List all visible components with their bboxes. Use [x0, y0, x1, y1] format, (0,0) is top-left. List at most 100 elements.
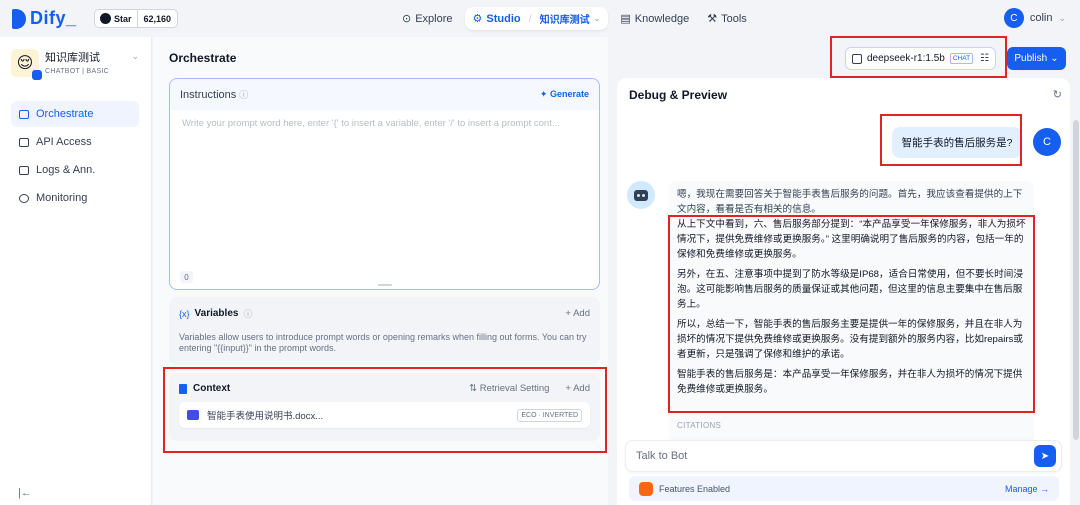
model-mode-tag: CHAT	[949, 53, 974, 64]
orchestrate-panel: Orchestrate Instructions ⓘ ✦ Generate Wri…	[153, 37, 608, 505]
file-list-icon	[19, 165, 29, 175]
refresh-icon[interactable]: ↻	[1053, 88, 1062, 101]
generate-label: Generate	[549, 89, 589, 99]
char-count: 0	[180, 271, 193, 283]
chevron-down-icon: ⌄	[131, 51, 139, 61]
dify-logo[interactable]: Dify_	[12, 8, 77, 29]
help-icon[interactable]: ⓘ	[243, 307, 252, 320]
features-bar: Features Enabled Manage →	[629, 476, 1059, 501]
bot-paragraph: 智能手表的售后服务是：本产品享受一年保修服务，并在非人为损坏的情况下提供免费维修…	[677, 369, 1023, 395]
nav-app-switcher[interactable]: 知识库测试	[540, 11, 590, 26]
tools-icon: ⚒	[707, 13, 718, 25]
sidebar-item-label: API Access	[36, 136, 92, 148]
retrieval-setting-label: Retrieval Setting	[479, 383, 550, 394]
logo-underscore: _	[66, 8, 77, 28]
context-title-text: Context	[193, 383, 231, 394]
index-mode-tag: ECO · INVERTED	[517, 408, 582, 422]
chevron-down-icon: ⌄	[1050, 53, 1059, 64]
user-message: 智能手表的售后服务是?	[892, 127, 1022, 158]
model-robot-icon	[852, 53, 862, 64]
tune-icon: ☷	[980, 53, 990, 64]
collapse-sidebar-icon[interactable]: |←	[18, 487, 32, 499]
user-chat-avatar: C	[1033, 128, 1061, 156]
generate-button[interactable]: ✦ Generate	[540, 89, 589, 100]
nav-knowledge[interactable]: ▤ Knowledge	[614, 7, 695, 30]
add-context-button[interactable]: + Add	[565, 383, 590, 394]
bot-paragraph: 所以，总结一下，智能手表的售后服务主要是提供一年的保修服务，并且在非人为损坏的情…	[677, 319, 1023, 360]
bot-paragraph: 从上下文中看到，六、售后服务部分提到：“本产品享受一年保修服务，非人为损坏情况下…	[677, 219, 1026, 260]
retrieval-setting-button[interactable]: ⇅ Retrieval Setting	[469, 383, 549, 394]
resize-handle[interactable]	[378, 284, 392, 286]
star-count: 62,160	[136, 10, 178, 27]
nav-tools[interactable]: ⚒ Tools	[701, 7, 753, 30]
app-emoji-icon: 😌	[11, 49, 42, 80]
debug-title: Debug & Preview	[629, 88, 728, 102]
context-section: Context ⇅ Retrieval Setting + Add 智能手表使用…	[169, 373, 600, 441]
variables-title: {x} Variables ⓘ	[179, 307, 252, 320]
sidebar-item-label: Monitoring	[36, 192, 88, 204]
app-info-card[interactable]: 😌 知识库测试 CHATBOT | BASIC ⌄	[11, 49, 141, 80]
model-selector[interactable]: deepseek-r1:1.5b CHAT ☷	[845, 47, 996, 70]
sidebar-item-api-access[interactable]: API Access	[11, 129, 139, 155]
dify-logo-icon	[12, 8, 26, 29]
sidebar-item-monitoring[interactable]: Monitoring	[11, 185, 139, 211]
publish-label: Publish	[1014, 53, 1048, 64]
page-title: Orchestrate	[169, 51, 237, 65]
chat-input-box: ➤	[625, 440, 1062, 472]
dashboard-icon	[19, 193, 29, 203]
dataset-name: 智能手表使用说明书.docx...	[207, 411, 324, 422]
terminal-icon	[19, 109, 29, 119]
document-icon	[179, 383, 187, 394]
chevron-down-icon: ⌄	[593, 14, 601, 23]
instructions-editor: Instructions ⓘ ✦ Generate Write your prom…	[169, 78, 600, 290]
folder-icon	[187, 410, 199, 420]
github-star-button[interactable]: Star 62,160	[94, 9, 179, 28]
bot-message: 嗯，我现在需要回答关于智能手表售后服务的问题。首先，我应该查看提供的上下文内容，…	[669, 181, 1034, 451]
instructions-header: Instructions ⓘ ✦ Generate	[170, 79, 599, 110]
nav-separator: /	[528, 12, 532, 25]
robot-icon	[634, 189, 648, 201]
logo-label: Dify	[30, 8, 67, 28]
logo-text: Dify_	[30, 8, 77, 29]
sidebar-item-label: Orchestrate	[36, 108, 94, 120]
variables-description: Variables allow users to introduce promp…	[179, 332, 587, 353]
context-dataset-item[interactable]: 智能手表使用说明书.docx... ECO · INVERTED	[179, 402, 590, 428]
sidebar-item-label: Logs & Ann.	[36, 164, 96, 176]
sparkle-icon: ✦	[539, 89, 548, 99]
nav-explore[interactable]: ⊙ Explore	[396, 7, 459, 30]
nav-studio-label: Studio	[486, 12, 521, 25]
page-scrollbar[interactable]	[1073, 120, 1079, 440]
instructions-input[interactable]: Write your prompt word here, enter '{' t…	[170, 110, 599, 137]
publish-button[interactable]: Publish ⌄	[1007, 47, 1066, 70]
app-sidebar: 😌 知识库测试 CHATBOT | BASIC ⌄ Orchestrate AP…	[0, 37, 152, 505]
instructions-label: Instructions ⓘ	[180, 88, 248, 101]
sidebar-item-orchestrate[interactable]: Orchestrate	[11, 101, 139, 127]
api-icon	[19, 137, 29, 147]
model-name: deepseek-r1:1.5b	[867, 53, 945, 64]
user-menu[interactable]: C colin ⌄	[1003, 8, 1066, 28]
studio-icon: ⚙	[472, 13, 483, 25]
add-variable-button[interactable]: + Add	[565, 308, 590, 319]
bot-thinking-lead: 嗯，我现在需要回答关于智能手表售后服务的问题。首先，我应该查看提供的上下文内容，…	[677, 189, 1023, 215]
nav-studio[interactable]: ⚙ Studio / 知识库测试 ⌄	[464, 7, 609, 30]
star-label: Star	[114, 13, 132, 24]
main-nav: ⊙ Explore ⚙ Studio / 知识库测试 ⌄ ▤ Knowledge ⚒ Tool…	[396, 7, 753, 30]
debug-preview-panel: Debug & Preview ↻ 智能手表的售后服务是? C 嗯，我现在需要回…	[617, 78, 1070, 505]
settings-sliders-icon: ⇅	[469, 383, 478, 394]
sidebar-item-logs[interactable]: Logs & Ann.	[11, 157, 139, 183]
help-icon[interactable]: ⓘ	[239, 90, 248, 100]
chat-input[interactable]	[636, 450, 1016, 462]
features-icon	[639, 481, 653, 496]
variable-icon: {x}	[179, 308, 190, 319]
send-button[interactable]: ➤	[1034, 445, 1056, 467]
citations-label[interactable]: CITATIONS	[677, 421, 721, 430]
bot-avatar	[627, 181, 655, 209]
github-icon	[100, 13, 111, 24]
chevron-down-icon: ⌄	[1058, 12, 1066, 23]
app-mode-label: BASIC	[86, 68, 110, 75]
features-label: Features Enabled	[659, 483, 731, 494]
variables-section: {x} Variables ⓘ + Add Variables allow user…	[169, 297, 600, 365]
manage-features-link[interactable]: Manage →	[1005, 484, 1049, 494]
top-navigation: Dify_ Star 62,160 ⊙ Explore ⚙ Studio / 知识库测试…	[0, 0, 1080, 37]
context-title: Context	[179, 383, 230, 394]
